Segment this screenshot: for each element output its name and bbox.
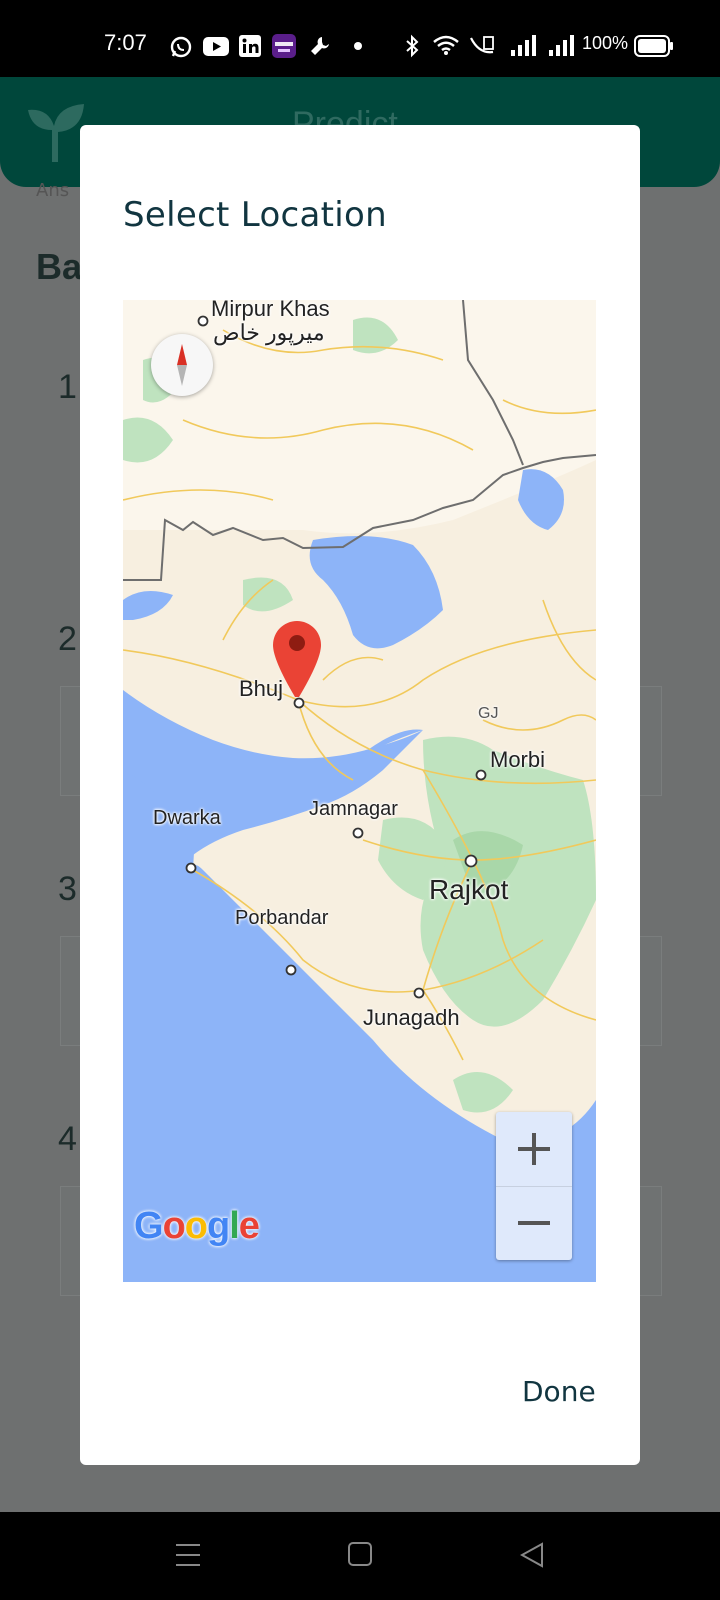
zoom-controls <box>496 1112 572 1260</box>
google-logo-letter: e <box>238 1205 260 1247</box>
google-logo-letter: o <box>162 1205 186 1247</box>
map-label-mirpur-khas-urdu: میرپور خاص <box>213 320 325 345</box>
map-label-gj: GJ <box>478 705 499 722</box>
google-logo-letter: o <box>184 1205 208 1247</box>
home-icon[interactable] <box>348 1542 372 1566</box>
map-label-dwarka: Dwarka <box>153 807 221 829</box>
battery-icon <box>634 35 673 57</box>
navigation-bar <box>0 1512 720 1600</box>
youtube-icon <box>203 37 229 56</box>
google-logo-letter: G <box>134 1205 164 1247</box>
status-bar: 7:07 100% <box>0 0 720 77</box>
signal-strength-icon <box>549 35 574 56</box>
map-label-morbi: Morbi <box>490 747 546 772</box>
back-icon[interactable] <box>520 1542 544 1568</box>
status-time: 7:07 <box>104 30 147 55</box>
compass-icon <box>177 344 187 386</box>
wifi-icon <box>433 35 459 55</box>
signal-strength-icon <box>511 35 536 56</box>
map-label-porbandar: Porbandar <box>235 907 329 929</box>
dialog-title: Select Location <box>123 195 387 235</box>
select-location-dialog: Select Location Mirpur Khas میرپور خاص B… <box>80 125 640 1465</box>
plus-icon <box>518 1133 550 1165</box>
map-label-bhuj: Bhuj <box>239 676 284 701</box>
list-number: 1 <box>58 368 77 406</box>
volte-icon <box>470 36 494 54</box>
zoom-out-button[interactable] <box>496 1186 572 1260</box>
bluetooth-icon <box>406 34 419 58</box>
notification-dot-icon <box>354 42 362 50</box>
done-button[interactable]: Done <box>522 1375 596 1408</box>
linkedin-icon <box>239 35 261 57</box>
map-label-mirpur-khas: Mirpur Khas <box>211 300 330 321</box>
google-logo-letter: g <box>207 1205 230 1247</box>
map-label-rajkot: Rajkot <box>429 874 509 905</box>
compass-button[interactable] <box>151 334 213 396</box>
yono-app-icon <box>272 34 296 58</box>
section-title: Ba <box>36 246 83 287</box>
background-caption: Ans <box>36 180 70 201</box>
list-number: 3 <box>58 870 77 908</box>
zoom-in-button[interactable] <box>496 1112 572 1187</box>
wrench-icon <box>311 37 329 55</box>
list-number: 2 <box>58 620 77 658</box>
google-logo: Google <box>134 1205 260 1248</box>
minus-icon <box>518 1221 550 1225</box>
recents-menu-icon[interactable] <box>176 1542 200 1568</box>
map-label-jamnagar: Jamnagar <box>309 798 398 820</box>
battery-percent: 100% <box>582 33 629 53</box>
map-label-junagadh: Junagadh <box>363 1005 460 1030</box>
whatsapp-icon <box>170 36 192 58</box>
map-view[interactable]: Mirpur Khas میرپور خاص Bhuj GJ Morbi Dwa… <box>123 300 596 1282</box>
list-number: 4 <box>58 1120 77 1158</box>
google-logo-letter: l <box>229 1205 240 1247</box>
